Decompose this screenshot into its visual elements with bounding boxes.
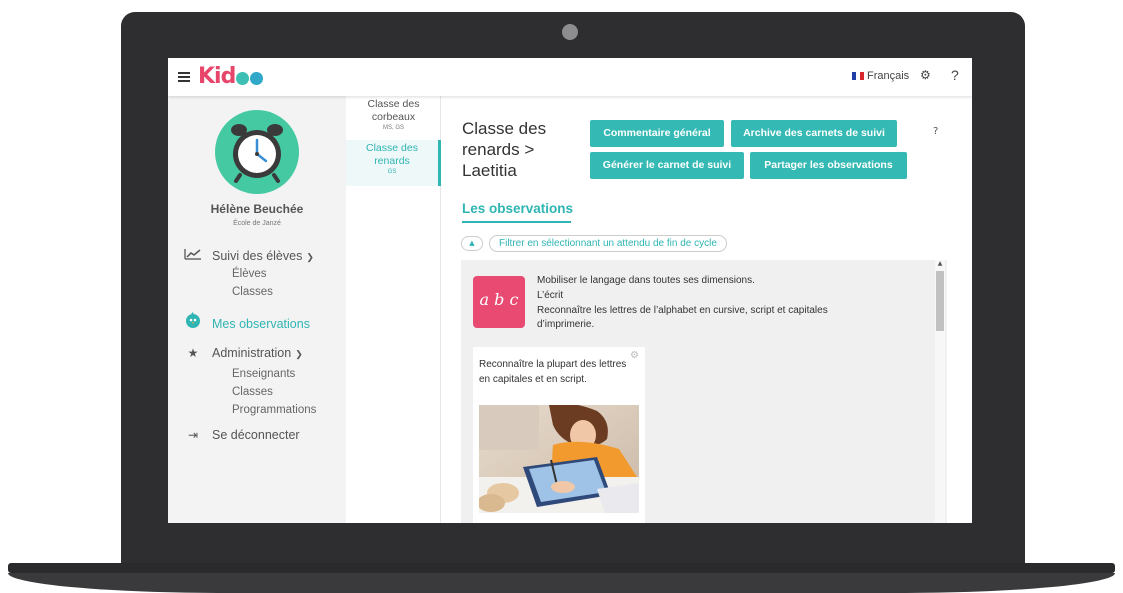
- scrollbar[interactable]: ▲: [935, 260, 945, 523]
- laptop-base: [8, 573, 1115, 593]
- collapse-filter-button[interactable]: ▲: [461, 236, 483, 251]
- partager-observations-button[interactable]: Partager les observations: [750, 152, 907, 179]
- logout-icon: ⇥: [187, 428, 199, 442]
- scroll-up-icon[interactable]: ▲: [936, 260, 944, 267]
- nav-administration[interactable]: ★ Administration ❯: [184, 346, 303, 360]
- avatar: [215, 110, 299, 194]
- class-levels: MS, GS: [382, 125, 404, 131]
- laptop-hinge: [8, 563, 1115, 573]
- page-title: Classe des renards > Laetitia: [462, 119, 547, 180]
- nav-sub-admin-classes[interactable]: Classes: [232, 386, 273, 398]
- archive-carnets-button[interactable]: Archive des carnets de suivi: [731, 120, 897, 147]
- filter-pill[interactable]: Filtrer en sélectionnant un attendu de f…: [489, 235, 727, 252]
- class-list: Classe des corbeaux MS, GS Classe des re…: [346, 96, 441, 523]
- class-name: Classe des corbeaux: [367, 98, 420, 123]
- observation-domain: Mobiliser le langage dans toutes ses dim…: [537, 275, 755, 286]
- chart-line-icon: [184, 248, 202, 263]
- nav-suivi-label: Suivi des élèves: [212, 249, 303, 263]
- nav-observations-label: Mes observations: [212, 317, 310, 331]
- main-content: Classe des renards > Laetitia Commentair…: [441, 96, 972, 523]
- nav-sub-eleves[interactable]: Élèves: [232, 268, 267, 280]
- observation-objective-line1: Reconnaître les lettres de l’alphabet en…: [537, 305, 828, 316]
- class-item-renards[interactable]: Classe des renards GS: [346, 140, 441, 186]
- nav-logout-label: Se déconnecter: [212, 428, 300, 442]
- observation-subdomain: L’écrit: [537, 290, 564, 301]
- french-flag-icon: [852, 72, 864, 81]
- section-title[interactable]: Les observations: [462, 201, 573, 216]
- nav-logout[interactable]: ⇥ Se déconnecter: [184, 428, 300, 442]
- card-text: Reconnaître la plupart des lettres en ca…: [479, 359, 627, 385]
- hamburger-menu-icon[interactable]: [178, 72, 190, 82]
- alarm-clock-icon: [231, 124, 283, 183]
- logo-birds-icon: [235, 66, 264, 91]
- user-name: Hélène Beuchée: [210, 202, 304, 216]
- nav-sub-classes[interactable]: Classes: [232, 286, 273, 298]
- chevron-down-icon: ❯: [295, 349, 303, 359]
- help-button[interactable]: ?: [933, 126, 938, 137]
- nav-administration-label: Administration: [212, 346, 292, 360]
- star-icon: ★: [187, 346, 199, 360]
- commentaire-general-button[interactable]: Commentaire général: [590, 120, 724, 147]
- class-name: Classe des renards: [366, 142, 418, 167]
- nav-mes-observations[interactable]: Mes observations: [184, 312, 310, 331]
- sidebar: Hélène Beuchée École de Janzé Suivi des …: [168, 96, 346, 523]
- language-selector[interactable]: Français: [852, 70, 909, 82]
- observation-card[interactable]: ⚙ Reconnaître la plupart des lettres en …: [473, 347, 645, 523]
- user-school: École de Janzé: [233, 220, 281, 227]
- top-bar: Kid Français ⚙ ?: [168, 58, 972, 96]
- help-button[interactable]: ?: [951, 67, 959, 83]
- abc-domain-icon: a b c: [473, 276, 525, 328]
- observations-panel: a b c Mobiliser le langage dans toutes s…: [461, 260, 947, 523]
- webcam-icon: [562, 24, 578, 40]
- bird-icon: [184, 312, 202, 331]
- nav-sub-enseignants[interactable]: Enseignants: [232, 368, 295, 380]
- class-item-corbeaux[interactable]: Classe des corbeaux MS, GS: [346, 98, 441, 140]
- observation-photo[interactable]: [479, 405, 639, 513]
- app-logo[interactable]: Kid: [198, 64, 264, 91]
- section-underline: [462, 221, 571, 223]
- nav-sub-programmations[interactable]: Programmations: [232, 404, 316, 416]
- logo-text: Kid: [198, 64, 236, 89]
- gear-icon[interactable]: ⚙: [920, 68, 931, 82]
- nav-suivi-eleves[interactable]: Suivi des élèves ❯: [184, 248, 314, 263]
- app-screen: Kid Français ⚙ ? Hélène Beuchée École de…: [168, 58, 972, 523]
- chevron-down-icon: ❯: [306, 252, 314, 262]
- scroll-thumb[interactable]: [936, 271, 944, 331]
- language-label: Français: [867, 70, 910, 82]
- observation-objective-line2: d’imprimerie.: [537, 319, 595, 330]
- abc-tile-text: a b c: [479, 290, 519, 309]
- generer-carnet-button[interactable]: Générer le carnet de suivi: [590, 152, 744, 179]
- class-levels: GS: [387, 169, 397, 175]
